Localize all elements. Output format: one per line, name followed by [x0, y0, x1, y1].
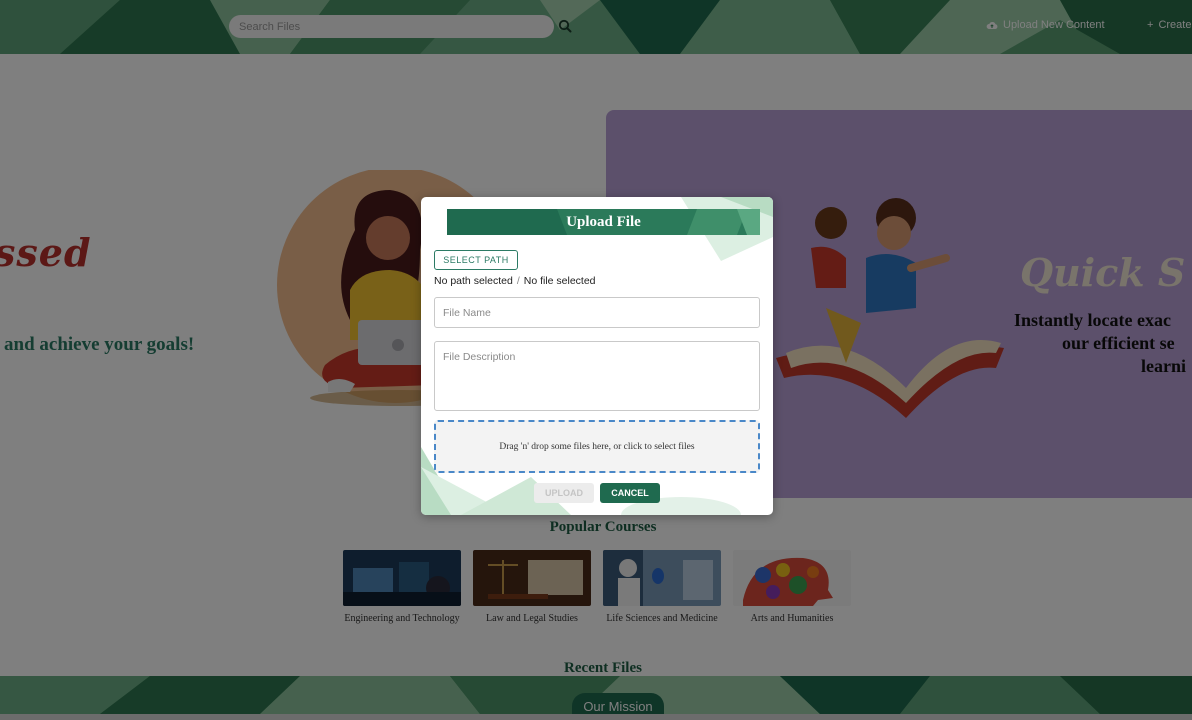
select-path-button[interactable]: SELECT PATH [434, 250, 518, 270]
path-separator: / [516, 275, 520, 287]
file-status-text: No file selected [523, 275, 596, 287]
modal-title: Upload File [566, 214, 641, 230]
upload-file-dialog: Upload File SELECT PATH No path selected… [421, 197, 773, 515]
cancel-button[interactable]: CANCEL [600, 483, 660, 503]
selection-status: No path selected / No file selected [434, 275, 596, 287]
file-name-input[interactable] [434, 297, 760, 328]
upload-button[interactable]: UPLOAD [534, 483, 594, 503]
file-dropzone[interactable]: Drag 'n' drop some files here, or click … [434, 420, 760, 473]
file-description-input[interactable] [434, 341, 760, 411]
dropzone-text: Drag 'n' drop some files here, or click … [499, 441, 695, 452]
modal-header: Upload File [447, 209, 760, 235]
path-status-text: No path selected [434, 275, 513, 287]
